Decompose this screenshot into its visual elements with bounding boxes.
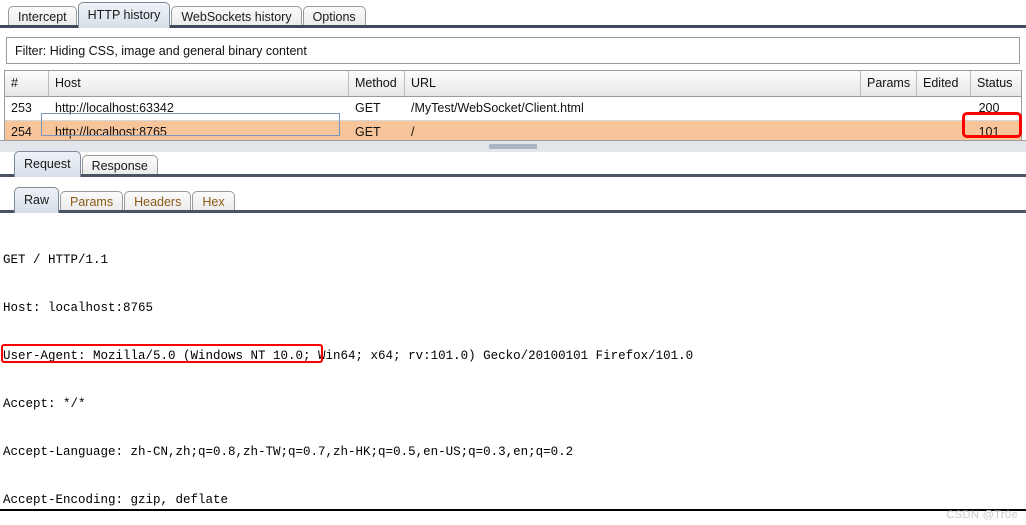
cell-number: 253 <box>11 101 32 115</box>
cell-url: /MyTest/WebSocket/Client.html <box>411 101 584 115</box>
column-header-url[interactable]: URL <box>405 71 861 96</box>
table-header-row: # Host Method URL Params Edited Status <box>5 71 1021 97</box>
view-tab-strip: Raw Params Headers Hex <box>0 187 1026 213</box>
header-accept: Accept: */* <box>3 397 86 411</box>
raw-request-body[interactable]: GET / HTTP/1.1 Host: localhost:8765 User… <box>0 216 1026 509</box>
filter-bar[interactable]: Filter: Hiding CSS, image and general bi… <box>6 37 1020 64</box>
request-line: GET / HTTP/1.1 <box>3 253 109 267</box>
cell-host: http://localhost:63342 <box>55 101 174 115</box>
splitter-grip[interactable] <box>489 144 537 149</box>
tab-raw[interactable]: Raw <box>14 187 60 213</box>
header-user-agent: User-Agent: Mozilla/5.0 (Windows NT 10.0… <box>3 349 694 363</box>
column-header-params[interactable]: Params <box>861 71 917 96</box>
tab-http-history[interactable]: HTTP history <box>77 2 171 28</box>
column-header-number[interactable]: # <box>5 71 49 96</box>
column-header-status[interactable]: Status <box>971 71 1021 96</box>
filter-text: Filter: Hiding CSS, image and general bi… <box>15 43 307 58</box>
table-row[interactable]: 253 http://localhost:63342 GET /MyTest/W… <box>5 97 1021 121</box>
proxy-tab-strip: Intercept HTTP history WebSockets histor… <box>0 0 1026 28</box>
cell-status: 200 <box>978 101 1000 115</box>
watermark: CSDN @Tr0e <box>946 509 1018 521</box>
message-tabs-underline <box>0 174 1026 177</box>
header-accept-language: Accept-Language: zh-CN,zh;q=0.8,zh-TW;q=… <box>3 445 574 459</box>
tab-request[interactable]: Request <box>14 151 81 177</box>
cell-edited <box>917 97 971 120</box>
message-tab-strip: Request Response <box>0 151 1026 177</box>
cell-params <box>861 97 917 120</box>
view-tabs-underline <box>0 210 1026 213</box>
window-bottom-border <box>0 509 1026 511</box>
cell-method: GET <box>355 101 381 115</box>
column-header-host[interactable]: Host <box>49 71 349 96</box>
header-host: Host: localhost:8765 <box>3 301 154 315</box>
http-history-table: # Host Method URL Params Edited Status 2… <box>4 70 1022 145</box>
column-header-edited[interactable]: Edited <box>917 71 971 96</box>
column-header-method[interactable]: Method <box>349 71 405 96</box>
header-accept-encoding: Accept-Encoding: gzip, deflate <box>3 493 229 507</box>
